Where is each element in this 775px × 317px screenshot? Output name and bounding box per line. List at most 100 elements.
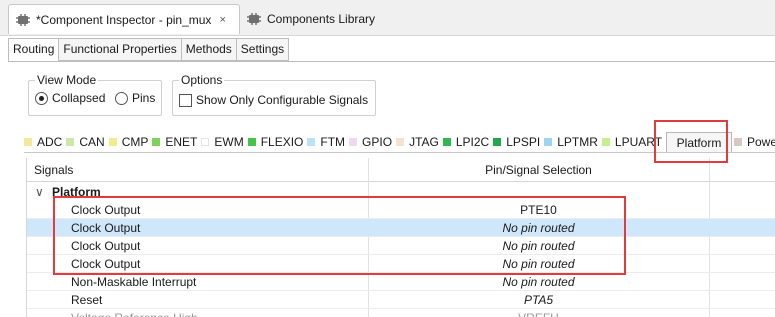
pin-selection-cell[interactable]: PTA5 xyxy=(369,291,708,309)
tab-ftm[interactable]: FTM xyxy=(307,135,349,149)
chevron-down-icon[interactable]: ∨ xyxy=(35,183,44,201)
tab-platform[interactable]: Platform xyxy=(666,132,732,152)
tab-functional-properties[interactable]: Functional Properties xyxy=(59,38,182,61)
tab-gpio[interactable]: GPIO xyxy=(349,135,396,149)
tab-color-swatch xyxy=(396,138,405,146)
signal-name: Voltage Reference High xyxy=(71,309,198,317)
divider xyxy=(24,152,775,153)
radio-unselected-icon xyxy=(115,91,128,105)
show-configurable-checkbox[interactable]: Show Only Configurable Signals xyxy=(179,93,368,107)
table-row[interactable]: Clock Output PTE10 xyxy=(27,201,775,219)
tab-can[interactable]: CAN xyxy=(66,135,108,149)
column-signals[interactable]: Signals xyxy=(34,158,73,182)
tab-cmp[interactable]: CMP xyxy=(108,135,153,149)
signal-name: Clock Output xyxy=(71,239,141,253)
radio-collapsed[interactable]: Collapsed xyxy=(35,91,105,105)
tab-label: ENET xyxy=(165,135,198,149)
chip-icon xyxy=(246,12,262,26)
tab-lpi2c[interactable]: LPI2C xyxy=(442,135,493,149)
options-group: Options Show Only Configurable Signals xyxy=(172,73,376,116)
editor-tab-bar: *Component Inspector - pin_mux × Compone… xyxy=(0,0,775,36)
tab-label: EWM xyxy=(214,135,244,149)
tab-lptmr[interactable]: LPTMR xyxy=(544,135,602,149)
tab-label: ADC xyxy=(37,135,63,149)
tab-lpuart[interactable]: LPUART xyxy=(601,135,666,149)
pin-selection-cell[interactable]: No pin routed xyxy=(369,273,708,291)
tab-flexio[interactable]: FLEXIO xyxy=(247,135,308,149)
tab-label: *Component Inspector - pin_mux xyxy=(36,12,212,27)
signal-name: Reset xyxy=(71,293,103,307)
tab-ewm[interactable]: EWM xyxy=(201,135,247,149)
divider xyxy=(8,61,775,62)
tab-power-label: Powe xyxy=(747,135,775,149)
tab-color-swatch xyxy=(66,138,75,146)
tab-color-swatch xyxy=(247,138,256,146)
tab-components-library[interactable]: Components Library xyxy=(244,4,375,34)
tab-label: FLEXIO xyxy=(260,135,304,149)
tab-component-inspector[interactable]: *Component Inspector - pin_mux × xyxy=(8,4,240,34)
pin-selection-cell[interactable]: PTE10 xyxy=(369,201,708,219)
power-swatch xyxy=(734,138,742,146)
tab-color-swatch xyxy=(601,138,610,146)
checkbox-label: Show Only Configurable Signals xyxy=(196,93,369,107)
tab-color-swatch xyxy=(201,138,210,146)
checkbox-icon xyxy=(179,93,192,107)
signals-table: Signals Pin/Signal Selection ∨ Platform … xyxy=(26,158,775,317)
peripheral-tab-bar: ADC CAN CMP ENET EWM FLEXIO FTM GPIO JTAG LPI2C LP… xyxy=(24,133,666,151)
pin-selection-cell[interactable]: No pin routed xyxy=(369,237,708,255)
tab-color-swatch xyxy=(442,138,451,146)
tab-color-swatch xyxy=(544,138,553,146)
tab-enet[interactable]: ENET xyxy=(152,135,201,149)
radio-pins[interactable]: Pins xyxy=(115,91,155,105)
group-row-platform[interactable]: ∨ Platform xyxy=(27,183,775,201)
tab-color-swatch xyxy=(493,138,502,146)
tab-label: LPTMR xyxy=(557,135,598,149)
tab-color-swatch xyxy=(24,138,32,146)
table-row[interactable]: Clock Output No pin routed xyxy=(27,237,775,255)
tab-adc[interactable]: ADC xyxy=(24,135,66,149)
group-label: Platform xyxy=(52,185,101,199)
signal-name: Non-Maskable Interrupt xyxy=(71,275,197,289)
table-row[interactable]: Voltage Reference High VREFH xyxy=(27,309,775,317)
radio-selected-icon xyxy=(35,91,48,105)
pin-selection-cell[interactable]: VREFH xyxy=(369,309,708,317)
chip-icon xyxy=(15,13,31,27)
view-mode-group: View Mode Collapsed Pins xyxy=(28,73,162,116)
tab-platform-label: Platform xyxy=(676,135,722,150)
table-row[interactable]: Reset PTA5 xyxy=(27,291,775,309)
pin-selection-cell[interactable]: No pin routed xyxy=(369,219,708,237)
table-header: Signals Pin/Signal Selection xyxy=(27,158,775,182)
tab-color-swatch xyxy=(307,138,316,146)
tab-methods[interactable]: Methods xyxy=(181,38,237,61)
tab-label: LPI2C xyxy=(455,135,490,149)
tab-label: JTAG xyxy=(409,135,439,149)
tab-routing[interactable]: Routing xyxy=(8,38,60,62)
tab-label: LPUART xyxy=(614,135,663,149)
tab-power[interactable]: Powe xyxy=(734,135,775,149)
signal-name: Clock Output xyxy=(71,221,141,235)
tab-label: CMP xyxy=(121,135,149,149)
table-row[interactable]: Clock Output No pin routed xyxy=(27,255,775,273)
tab-label: LPSPI xyxy=(506,135,541,149)
radio-label: Pins xyxy=(132,91,156,105)
column-pin-selection[interactable]: Pin/Signal Selection xyxy=(369,158,708,182)
tab-color-swatch xyxy=(349,138,358,146)
tab-label: CAN xyxy=(79,135,105,149)
table-row[interactable]: Clock Output No pin routed xyxy=(27,219,775,237)
inspector-subtabs: Routing Functional Properties Methods Se… xyxy=(8,38,290,62)
close-icon[interactable]: × xyxy=(219,14,225,26)
options-title: Options xyxy=(179,73,225,87)
radio-label: Collapsed xyxy=(52,91,106,105)
tab-lpspi[interactable]: LPSPI xyxy=(493,135,544,149)
signal-name: Clock Output xyxy=(71,257,141,271)
tab-label: GPIO xyxy=(362,135,393,149)
view-mode-title: View Mode xyxy=(35,73,99,87)
table-row[interactable]: Non-Maskable Interrupt No pin routed xyxy=(27,273,775,291)
pin-selection-cell[interactable]: No pin routed xyxy=(369,255,708,273)
tab-label: Components Library xyxy=(267,12,376,26)
tab-jtag[interactable]: JTAG xyxy=(396,135,443,149)
tab-label: FTM xyxy=(320,135,346,149)
signal-name: Clock Output xyxy=(71,203,141,217)
tab-settings[interactable]: Settings xyxy=(236,38,290,61)
tab-color-swatch xyxy=(152,138,161,146)
